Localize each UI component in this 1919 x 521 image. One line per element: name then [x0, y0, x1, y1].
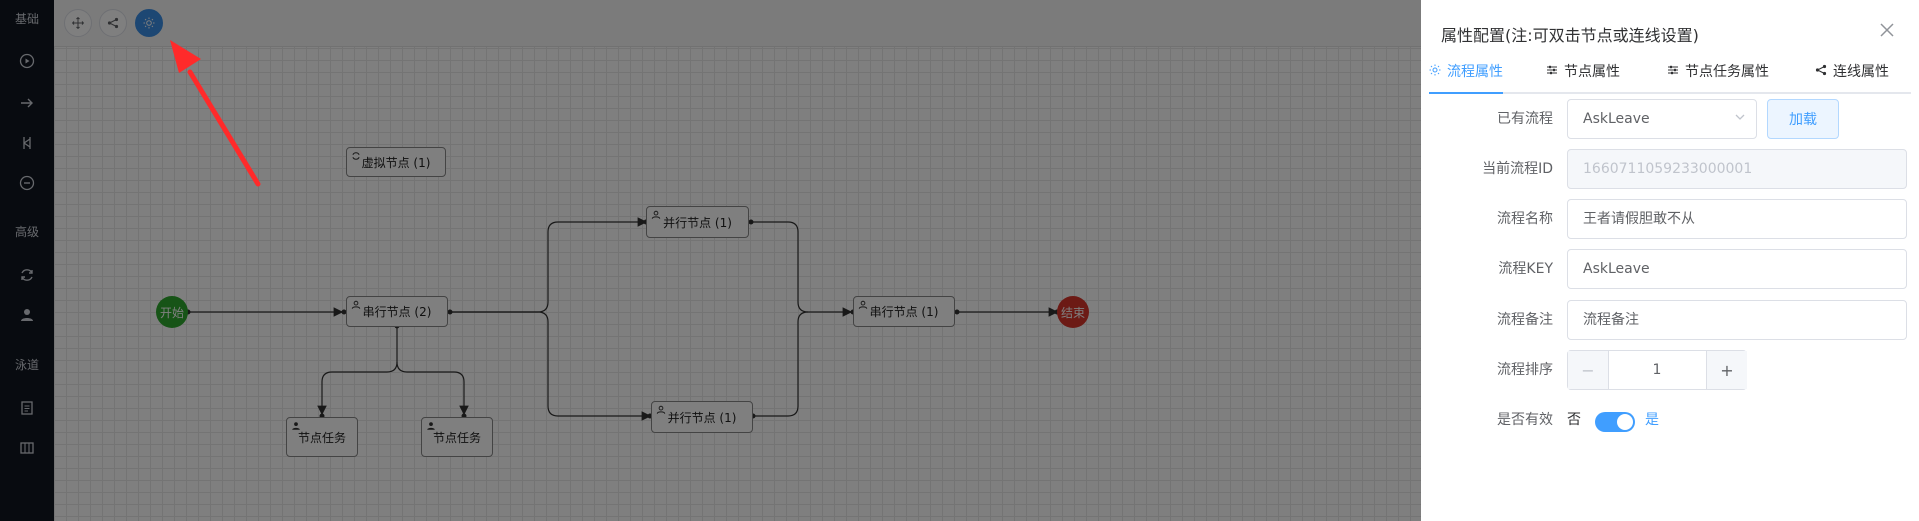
tab-node-task-properties[interactable]: 节点任务属性 — [1667, 58, 1769, 92]
flow-key-label: 流程KEY — [1498, 261, 1553, 277]
flow-sort-label: 流程排序 — [1497, 362, 1553, 378]
sun-icon — [1429, 58, 1441, 86]
flow-key-field[interactable]: AskLeave — [1567, 249, 1907, 289]
active-toggle[interactable] — [1595, 412, 1635, 432]
tab-node-properties[interactable]: 节点属性 — [1546, 58, 1620, 92]
existing-flow-label: 已有流程 — [1497, 111, 1553, 127]
tab-flow-properties-label: 流程属性 — [1447, 64, 1503, 80]
share-icon — [1815, 58, 1827, 86]
form-row-flow-name: 流程名称 王者请假胆敢不从 — [1421, 199, 1919, 239]
existing-flow-select[interactable]: AskLeave — [1567, 99, 1757, 139]
active-label: 是否有效 — [1497, 412, 1553, 428]
flow-name-label: 流程名称 — [1497, 211, 1553, 227]
form-row-flow-id: 当前流程ID 1660711059233000001 — [1421, 149, 1919, 189]
form-row-flow-key: 流程KEY AskLeave — [1421, 249, 1919, 289]
form-row-flow-sort: 流程排序 − 1 + — [1421, 350, 1919, 390]
flow-id-field: 1660711059233000001 — [1567, 149, 1907, 189]
close-icon[interactable] — [1877, 20, 1897, 40]
flow-sort-stepper: − 1 + — [1567, 350, 1747, 390]
existing-flow-value: AskLeave — [1583, 111, 1650, 127]
tab-node-task-properties-label: 节点任务属性 — [1685, 64, 1769, 80]
flow-remark-field[interactable]: 流程备注 — [1567, 300, 1907, 340]
active-on-label: 是 — [1645, 412, 1659, 428]
flow-name-field[interactable]: 王者请假胆敢不从 — [1567, 199, 1907, 239]
form-row-active: 是否有效 否 是 — [1421, 400, 1919, 440]
chevron-down-icon — [1734, 100, 1746, 138]
tab-line-properties-label: 连线属性 — [1833, 64, 1889, 80]
tab-line-properties[interactable]: 连线属性 — [1815, 58, 1889, 92]
drawer-overlay[interactable] — [0, 0, 1421, 521]
form-row-flow-remark: 流程备注 流程备注 — [1421, 300, 1919, 340]
tab-node-properties-label: 节点属性 — [1564, 64, 1620, 80]
load-button[interactable]: 加载 — [1767, 99, 1839, 139]
panel-title: 属性配置(注:可双击节点或连线设置) — [1441, 26, 1699, 45]
property-drawer: 属性配置(注:可双击节点或连线设置) 流程属性 节点属性 节点任务属性 连线属性… — [1421, 0, 1919, 521]
active-off-label: 否 — [1567, 412, 1581, 428]
flow-id-label: 当前流程ID — [1482, 161, 1553, 177]
sliders-icon — [1667, 58, 1679, 86]
increment-button[interactable]: + — [1706, 351, 1747, 389]
tab-flow-properties[interactable]: 流程属性 — [1429, 58, 1503, 94]
sliders-icon — [1546, 58, 1558, 86]
toggle-knob — [1617, 414, 1633, 430]
property-tabs: 流程属性 节点属性 节点任务属性 连线属性 — [1429, 58, 1911, 94]
decrement-button[interactable]: − — [1568, 351, 1609, 389]
form-row-existing-flow: 已有流程 AskLeave 加载 — [1421, 99, 1919, 139]
flow-sort-value[interactable]: 1 — [1609, 351, 1705, 389]
flow-remark-label: 流程备注 — [1497, 312, 1553, 328]
